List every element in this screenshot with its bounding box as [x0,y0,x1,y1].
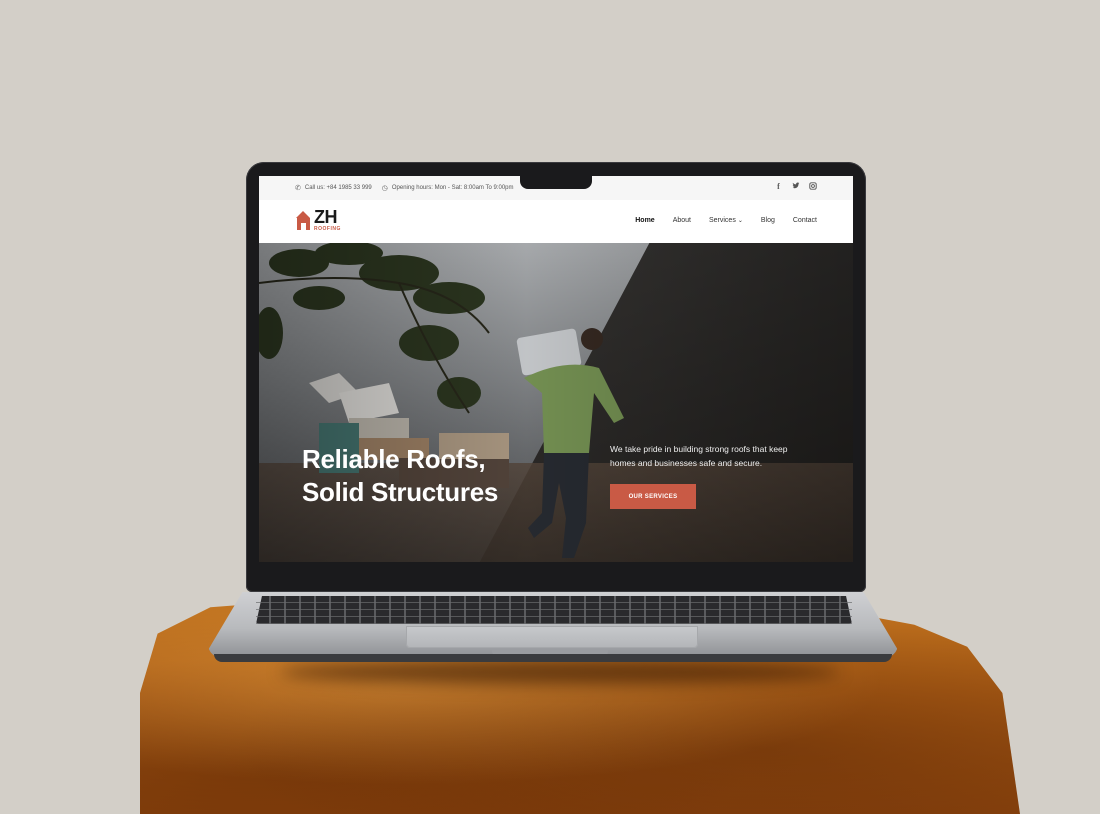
phone-icon: ✆ [295,185,301,192]
keyboard-rows [256,596,852,624]
twitter-icon[interactable] [791,182,800,192]
nav-item-services[interactable]: Services ⌄ [709,217,743,224]
laptop-base-edge [214,654,892,662]
our-services-button[interactable]: OUR SERVICES [610,484,696,509]
hero-headline: Reliable Roofs, Solid Structures [302,443,498,509]
nav-item-contact[interactable]: Contact [793,217,817,224]
nav-item-about[interactable]: About [673,217,691,224]
brand-logo[interactable]: ZH ROOFING [296,208,341,232]
brand-tagline: ROOFING [314,226,341,232]
nav-item-home[interactable]: Home [635,217,654,224]
main-navigation: ZH ROOFING Home About Services ⌄ Blog Con… [259,200,853,244]
hero-overlay [259,243,853,562]
house-logo-icon [296,211,311,230]
laptop-shadow [280,660,840,684]
laptop-screen: ✆ Call us: +84 1985 33 999 ◷ Opening hou… [259,176,853,562]
clock-icon: ◷ [381,185,388,192]
instagram-icon[interactable] [808,182,817,192]
hero-subtext: We take pride in building strong roofs t… [610,444,788,468]
nav-item-services-label: Services [708,217,736,224]
brand-name: ZH [314,207,337,227]
hero-headline-line-2: Solid Structures [302,477,499,507]
hours-info: ◷ Opening hours: Mon - Sat: 8:00am To 9:… [382,184,514,192]
laptop-trackpad [406,626,698,648]
nav-item-blog[interactable]: Blog [761,217,775,224]
facebook-icon[interactable]: f [774,182,783,192]
hero-headline-line-1: Reliable Roofs, [302,444,486,474]
phone-info[interactable]: ✆ Call us: +84 1985 33 999 [295,184,372,192]
social-links: f [774,182,817,192]
nav-menu: Home About Services ⌄ Blog Contact [635,217,817,224]
phone-text: Call us: +84 1985 33 999 [304,185,372,191]
chevron-down-icon: ⌄ [737,218,743,224]
hero-section: Reliable Roofs, Solid Structures We take… [259,243,853,562]
hours-text: Opening hours: Mon - Sat: 8:00am To 9:00… [391,185,514,191]
camera-notch [520,175,592,189]
